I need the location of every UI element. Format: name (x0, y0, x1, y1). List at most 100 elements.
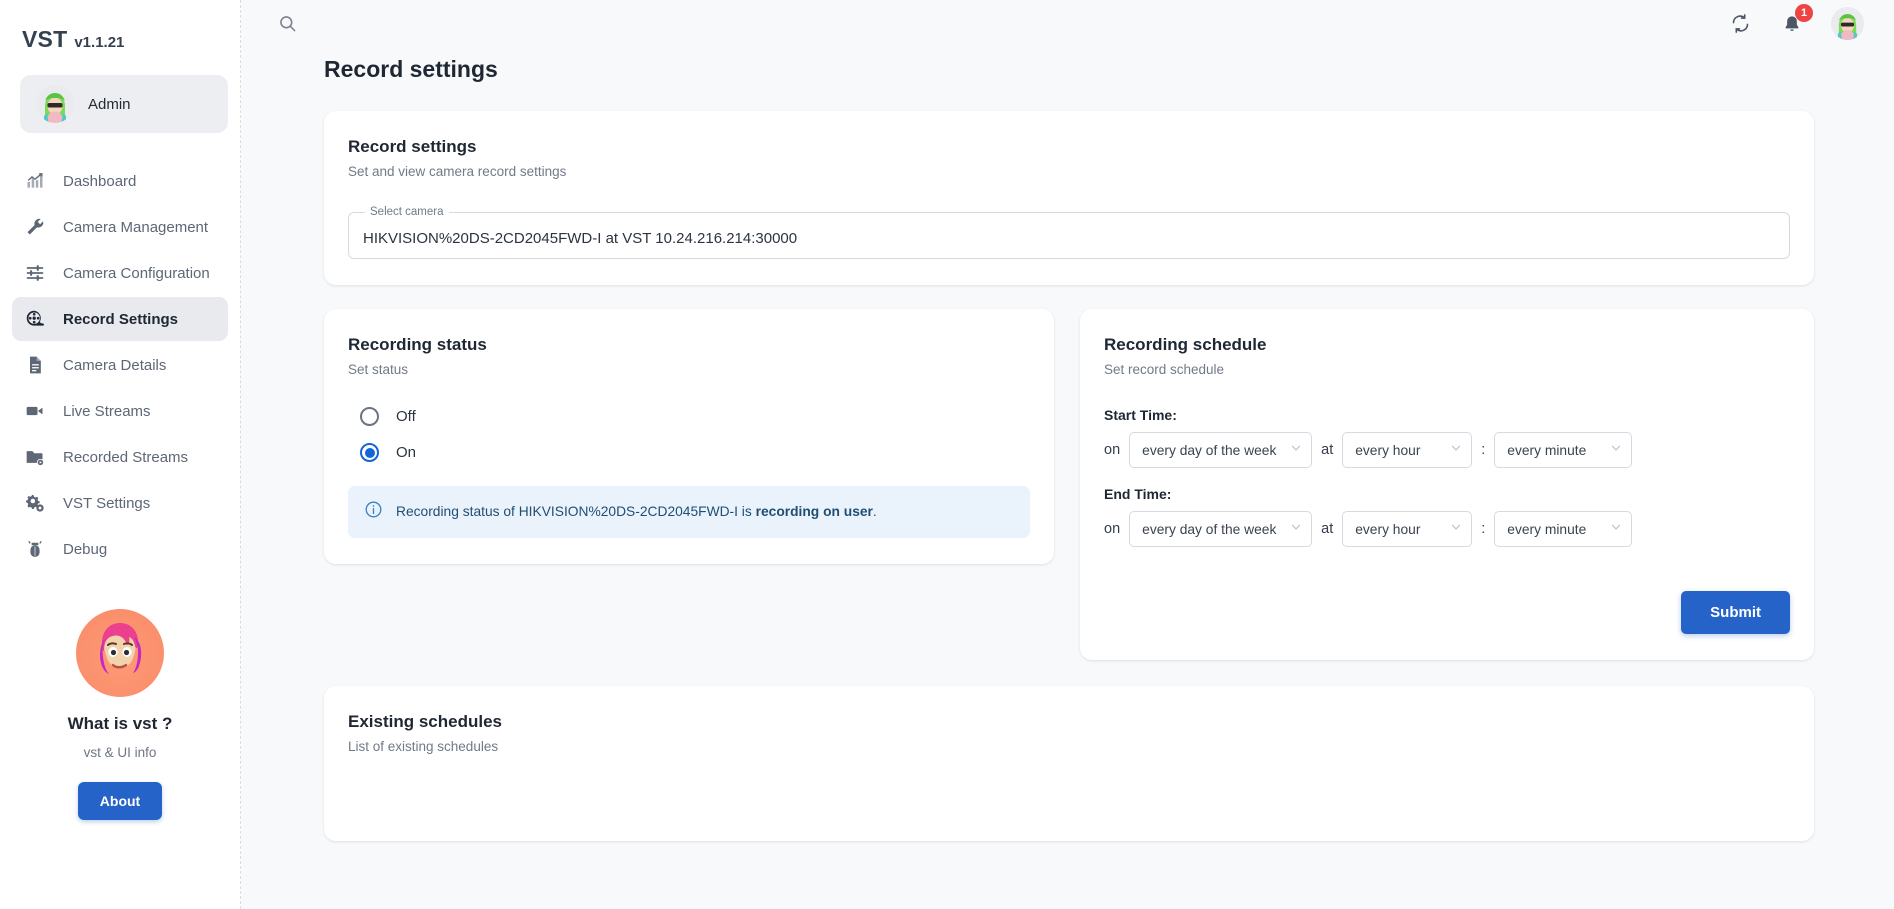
chevron-down-icon (1290, 520, 1302, 538)
sidebar-item-camera-management[interactable]: Camera Management (12, 205, 228, 249)
brand-name: VST (22, 26, 67, 53)
sidebar-item-record-settings[interactable]: Record Settings (12, 297, 228, 341)
start-colon: : (1481, 442, 1485, 458)
end-day-select[interactable]: every day of the week (1129, 511, 1312, 547)
start-on-word: on (1104, 442, 1120, 458)
sidebar-item-label: Debug (63, 541, 107, 558)
search-icon[interactable] (274, 11, 300, 37)
sidebar-item-camera-details[interactable]: Camera Details (12, 343, 228, 387)
notifications-bell-icon[interactable]: 1 (1779, 11, 1805, 37)
promo-subtitle: vst & UI info (84, 745, 157, 760)
recording-status-radio-group: Off On (348, 407, 1030, 462)
card-title: Existing schedules (348, 712, 1790, 732)
start-time-group: Start Time: on every day of the week at (1104, 407, 1790, 468)
topbar-actions: 1 (1727, 7, 1864, 40)
sidebar-item-label: Live Streams (63, 403, 151, 420)
sidebar-item-debug[interactable]: Debug (12, 527, 228, 571)
card-title: Record settings (348, 137, 1790, 157)
radio-option-on[interactable]: On (348, 443, 1030, 462)
sidebar-item-dashboard[interactable]: Dashboard (12, 159, 228, 203)
card-subtitle: Set status (348, 362, 1030, 377)
chevron-down-icon (1450, 520, 1462, 538)
refresh-sync-icon[interactable] (1727, 11, 1753, 37)
select-camera-value: HIKVISION%20DS-2CD2045FWD-I at VST 10.24… (363, 230, 797, 247)
recording-status-alert: Recording status of HIKVISION%20DS-2CD20… (348, 486, 1030, 538)
start-hour-select[interactable]: every hour (1342, 432, 1472, 468)
chevron-down-icon (1450, 441, 1462, 459)
alert-message: Recording status of HIKVISION%20DS-2CD20… (396, 502, 877, 521)
chevron-down-icon (1290, 441, 1302, 459)
end-hour-select[interactable]: every hour (1342, 511, 1472, 547)
end-time-row: on every day of the week at every hour (1104, 511, 1790, 547)
end-time-group: End Time: on every day of the week at (1104, 486, 1790, 547)
card-title: Recording status (348, 335, 1030, 355)
sidebar-item-live-streams[interactable]: Live Streams (12, 389, 228, 433)
start-day-value: every day of the week (1142, 443, 1276, 458)
alert-suffix: . (873, 504, 877, 519)
start-at-word: at (1321, 442, 1333, 458)
video-camera-icon (24, 400, 46, 422)
sidebar-nav: Dashboard Camera Management Camera Confi… (0, 159, 240, 571)
folder-play-icon (24, 446, 46, 468)
app-root: VST v1.1.21 Admin (0, 0, 1894, 909)
woman-pink-hair-avatar-icon (76, 609, 164, 697)
sidebar-item-label: Camera Configuration (63, 265, 210, 282)
chevron-down-icon (1610, 441, 1622, 459)
user-avatar-sunglasses-icon (36, 85, 74, 123)
sidebar-item-label: Dashboard (63, 173, 136, 190)
about-button[interactable]: About (78, 782, 162, 820)
existing-schedules-card: Existing schedules List of existing sche… (324, 686, 1814, 841)
bug-icon (24, 538, 46, 560)
topbar-avatar[interactable] (1831, 7, 1864, 40)
topbar: 1 (241, 0, 1894, 47)
sliders-icon (24, 262, 46, 284)
sidebar-item-label: Camera Management (63, 219, 208, 236)
submit-row: Submit (1104, 591, 1790, 634)
end-day-value: every day of the week (1142, 522, 1276, 537)
sidebar-item-label: Recorded Streams (63, 449, 188, 466)
card-subtitle: Set and view camera record settings (348, 164, 1790, 179)
chart-bar-icon (24, 170, 46, 192)
main-content: 1 Record settings (241, 0, 1894, 909)
start-time-label: Start Time: (1104, 407, 1790, 423)
sidebar-item-vst-settings[interactable]: VST Settings (12, 481, 228, 525)
sidebar-item-label: Camera Details (63, 357, 166, 374)
end-time-label: End Time: (1104, 486, 1790, 502)
sidebar-item-recorded-streams[interactable]: Recorded Streams (12, 435, 228, 479)
record-settings-card: Record settings Set and view camera reco… (324, 111, 1814, 285)
end-colon: : (1481, 521, 1485, 537)
brand: VST v1.1.21 (0, 0, 240, 53)
start-minute-select[interactable]: every minute (1494, 432, 1632, 468)
sidebar-item-camera-configuration[interactable]: Camera Configuration (12, 251, 228, 295)
promo-title: What is vst ? (68, 714, 173, 734)
end-at-word: at (1321, 521, 1333, 537)
gears-icon (24, 492, 46, 514)
radio-circle-icon (360, 407, 379, 426)
document-icon (24, 354, 46, 376)
notifications-badge: 1 (1795, 4, 1813, 22)
radio-option-off[interactable]: Off (348, 407, 1030, 426)
radio-label: On (396, 444, 416, 461)
wrench-icon (24, 216, 46, 238)
sidebar-user-card[interactable]: Admin (20, 75, 228, 133)
sidebar-user-name: Admin (88, 96, 131, 113)
cards-row: Recording status Set status Off On (324, 309, 1814, 660)
info-circle-icon (364, 500, 383, 524)
recording-status-card: Recording status Set status Off On (324, 309, 1054, 564)
end-minute-value: every minute (1507, 522, 1586, 537)
brand-version: v1.1.21 (74, 34, 124, 51)
chevron-down-icon (1610, 520, 1622, 538)
end-minute-select[interactable]: every minute (1494, 511, 1632, 547)
recording-schedule-card: Recording schedule Set record schedule S… (1080, 309, 1814, 660)
radio-circle-selected-icon (360, 443, 379, 462)
start-minute-value: every minute (1507, 443, 1586, 458)
select-camera-field[interactable]: Select camera HIKVISION%20DS-2CD2045FWD-… (348, 206, 1790, 259)
card-subtitle: Set record schedule (1104, 362, 1790, 377)
sidebar: VST v1.1.21 Admin (0, 0, 241, 909)
select-camera-legend: Select camera (365, 206, 449, 218)
start-day-select[interactable]: every day of the week (1129, 432, 1312, 468)
alert-strong: recording on user (756, 504, 873, 519)
end-on-word: on (1104, 521, 1120, 537)
submit-button[interactable]: Submit (1681, 591, 1790, 634)
end-hour-value: every hour (1355, 522, 1420, 537)
